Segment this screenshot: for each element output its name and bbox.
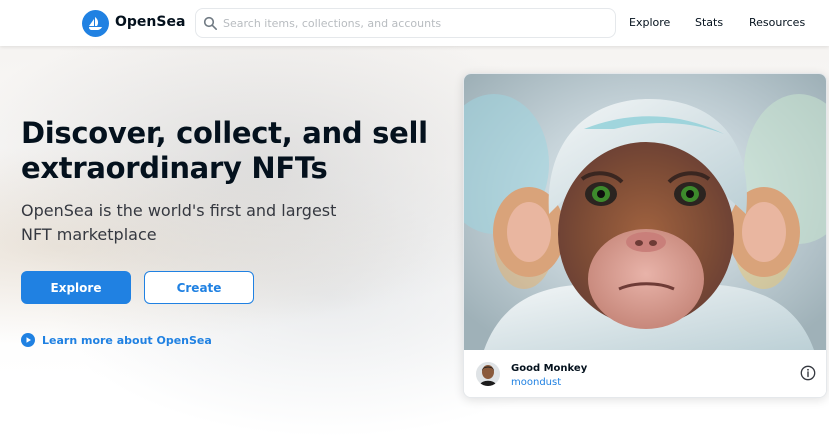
featured-nft-card[interactable]: Good Monkey moondust (463, 73, 827, 398)
nft-card-footer: Good Monkey moondust (464, 350, 826, 397)
hero-title: Discover, collect, and sell extraordinar… (21, 116, 428, 185)
search-input[interactable] (223, 15, 608, 32)
explore-button[interactable]: Explore (21, 271, 131, 304)
brand-name[interactable]: OpenSea (115, 14, 185, 30)
opensea-homepage: OpenSea Explore Stats Resources Discover… (0, 0, 829, 436)
nft-item-name[interactable]: Good Monkey (511, 363, 587, 374)
play-circle-icon (21, 333, 35, 347)
nft-creator-link[interactable]: moondust (511, 377, 561, 388)
top-navigation-bar: OpenSea Explore Stats Resources (0, 0, 829, 46)
nav-resources-link[interactable]: Resources (749, 16, 805, 29)
opensea-logo-icon[interactable] (82, 10, 109, 37)
create-button[interactable]: Create (144, 271, 254, 304)
learn-more-label: Learn more about OpenSea (42, 333, 212, 347)
learn-more-link[interactable]: Learn more about OpenSea (21, 333, 212, 347)
nav-stats-link[interactable]: Stats (695, 16, 723, 29)
search-icon (203, 16, 217, 30)
info-icon[interactable] (800, 365, 816, 381)
search-bar[interactable] (195, 8, 616, 38)
creator-avatar[interactable] (476, 362, 500, 386)
hero-subtitle: OpenSea is the world's first and largest… (21, 201, 337, 244)
nav-explore-link[interactable]: Explore (629, 16, 670, 29)
nft-artwork-image[interactable] (464, 74, 827, 350)
